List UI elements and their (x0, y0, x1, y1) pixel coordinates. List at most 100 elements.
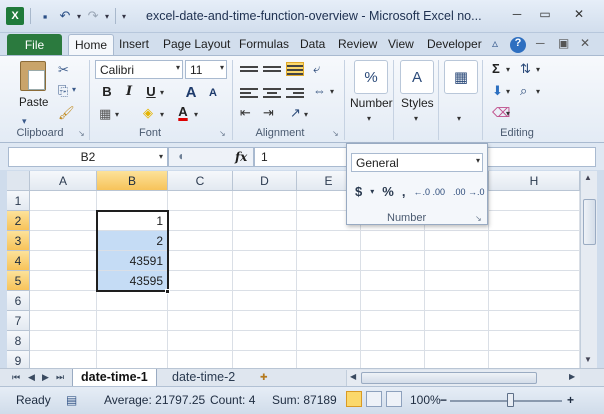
tab-home[interactable]: Home (68, 34, 115, 57)
cell-b3[interactable]: 2 (97, 231, 168, 251)
first-sheet-icon[interactable]: ⏮ (12, 372, 20, 383)
formula-bar-grip-icon[interactable]: ◖ (177, 149, 184, 163)
vertical-scroll-thumb[interactable] (583, 199, 596, 245)
empty-cell[interactable] (168, 211, 233, 231)
row-header[interactable]: 1 (7, 191, 30, 211)
cells-dropdown-icon[interactable]: ▾ (457, 114, 461, 123)
horizontal-scroll-thumb[interactable] (361, 372, 537, 384)
decrease-indent-icon[interactable]: ⇤ (240, 105, 251, 121)
empty-cell[interactable] (168, 231, 233, 251)
empty-cell[interactable] (30, 311, 97, 331)
tab-formulas[interactable]: Formulas (239, 37, 289, 51)
empty-cell[interactable] (489, 231, 580, 251)
empty-cell[interactable] (425, 251, 489, 271)
underline-button[interactable]: U (143, 84, 159, 99)
cell-b4[interactable]: 43591 (97, 251, 168, 271)
empty-cell[interactable] (489, 251, 580, 271)
row-header[interactable]: 8 (7, 331, 30, 351)
font-color-button[interactable]: A (175, 104, 191, 119)
empty-cell[interactable] (30, 231, 97, 251)
empty-cell[interactable] (489, 211, 580, 231)
find-select-icon[interactable]: ⌕ (520, 83, 527, 99)
empty-cell[interactable] (233, 191, 297, 211)
empty-cell[interactable] (97, 291, 168, 311)
insert-function-button[interactable]: fx (235, 150, 247, 164)
excel-logo-icon[interactable]: X (6, 7, 24, 25)
macro-record-icon[interactable]: ▤ (66, 393, 77, 407)
tab-view[interactable]: View (388, 37, 414, 51)
styles-button-label[interactable]: Styles (401, 96, 434, 110)
copy-icon[interactable]: ⎘ (58, 83, 68, 99)
empty-cell[interactable] (97, 191, 168, 211)
cells-icon[interactable]: ▦ (444, 60, 478, 94)
tab-data[interactable]: Data (300, 37, 325, 51)
paste-dropdown-icon[interactable]: ▾ (22, 116, 27, 127)
clear-dropdown-icon[interactable]: ▾ (506, 109, 510, 118)
orientation-dropdown-icon[interactable]: ▾ (304, 110, 308, 119)
empty-cell[interactable] (168, 311, 233, 331)
help-icon[interactable]: ? (510, 37, 526, 53)
horizontal-scrollbar[interactable]: ◀ ▶ (346, 370, 580, 386)
shrink-font-button[interactable]: A (205, 87, 221, 99)
orientation-icon[interactable]: ↗ (290, 105, 301, 121)
fill-icon[interactable]: ⬇ (492, 83, 503, 99)
page-layout-view-button[interactable] (366, 391, 382, 407)
empty-cell[interactable] (233, 291, 297, 311)
comma-button[interactable]: , (402, 184, 406, 199)
customize-qat-icon[interactable]: ▾ (122, 12, 126, 21)
increase-indent-icon[interactable]: ⇥ (263, 105, 274, 121)
underline-dropdown-icon[interactable]: ▾ (160, 88, 164, 97)
undo-icon[interactable]: ↶ (57, 8, 73, 24)
empty-cell[interactable] (30, 251, 97, 271)
empty-cell[interactable] (297, 311, 361, 331)
middle-align-icon[interactable] (263, 64, 281, 78)
undo-dropdown-icon[interactable]: ▾ (77, 12, 81, 21)
cell-b2[interactable]: 1 (97, 211, 168, 231)
scroll-right-icon[interactable]: ▶ (569, 372, 575, 381)
cut-icon[interactable]: ✂ (58, 62, 69, 78)
bold-button[interactable]: B (99, 84, 115, 99)
tab-file[interactable]: File (7, 34, 62, 56)
empty-cell[interactable] (233, 231, 297, 251)
row-header[interactable]: 4 (7, 251, 30, 271)
empty-cell[interactable] (233, 211, 297, 231)
autosum-dropdown-icon[interactable]: ▾ (506, 65, 510, 74)
scroll-down-icon[interactable]: ▼ (584, 355, 592, 364)
row-header[interactable]: 7 (7, 311, 30, 331)
workbook-close-icon[interactable]: ✕ (580, 36, 590, 50)
borders-dropdown-icon[interactable]: ▾ (115, 110, 119, 119)
insert-sheet-icon[interactable]: ✚ (260, 372, 268, 383)
zoom-slider[interactable] (450, 400, 562, 402)
number-dropdown-icon[interactable]: ▾ (367, 114, 371, 123)
font-size-select[interactable]: 11 ▾ (185, 60, 227, 79)
empty-cell[interactable] (425, 311, 489, 331)
empty-cell[interactable] (168, 291, 233, 311)
empty-cell[interactable] (30, 271, 97, 291)
empty-cell[interactable] (30, 191, 97, 211)
empty-cell[interactable] (297, 291, 361, 311)
tab-insert[interactable]: Insert (119, 37, 149, 51)
empty-cell[interactable] (233, 271, 297, 291)
empty-cell[interactable] (361, 231, 425, 251)
column-header[interactable]: C (168, 171, 233, 191)
column-header[interactable]: A (30, 171, 97, 191)
workbook-minimize-icon[interactable]: ─ (536, 36, 545, 50)
find-dropdown-icon[interactable]: ▾ (536, 87, 540, 96)
tab-page-layout[interactable]: Page Layout (163, 37, 230, 51)
number-format-select[interactable]: General ▾ (351, 153, 483, 172)
last-sheet-icon[interactable]: ⏭ (56, 372, 64, 383)
alignment-launcher-icon[interactable]: ↘ (332, 129, 339, 138)
number-button-label[interactable]: Number (350, 96, 393, 110)
save-icon[interactable]: ▪ (37, 9, 53, 24)
empty-cell[interactable] (30, 211, 97, 231)
prev-sheet-icon[interactable]: ◀ (28, 372, 35, 383)
row-header[interactable]: 6 (7, 291, 30, 311)
row-header[interactable]: 3 (7, 231, 30, 251)
currency-dropdown-icon[interactable]: ▾ (370, 187, 374, 196)
empty-cell[interactable] (30, 291, 97, 311)
empty-cell[interactable] (425, 231, 489, 251)
name-box[interactable]: B2 ▾ (8, 147, 168, 167)
currency-button[interactable]: $ (355, 184, 362, 199)
percent-button[interactable]: % (382, 184, 394, 199)
empty-cell[interactable] (297, 231, 361, 251)
